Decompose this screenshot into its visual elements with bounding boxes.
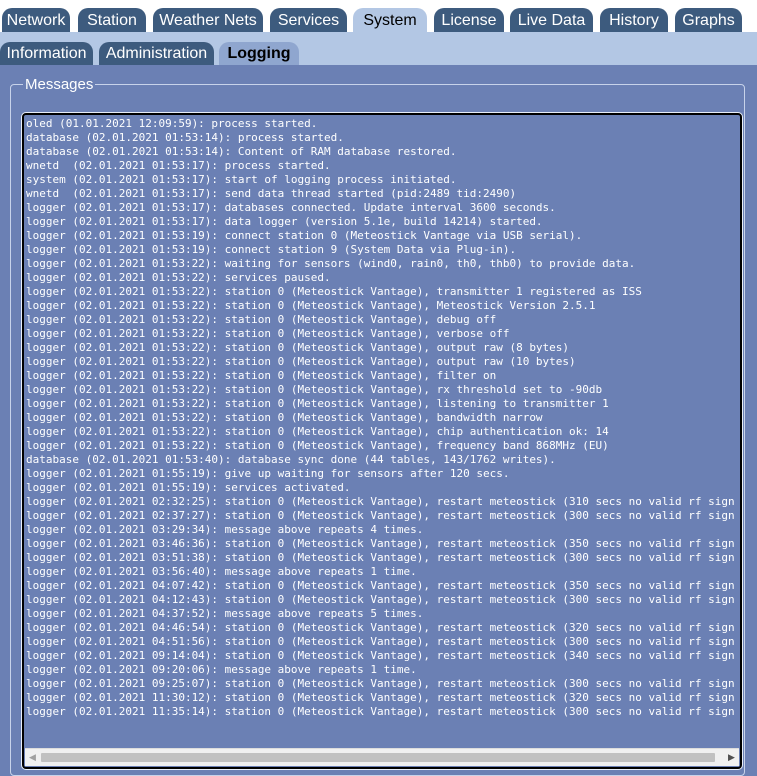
sub-tab-bar: Information Administration Logging [0, 32, 757, 65]
messages-group: Messages oled (01.01.2021 12:09:59): pro… [10, 76, 745, 776]
log-line: logger (02.01.2021 02:37:27): station 0 … [26, 509, 735, 522]
tab-license[interactable]: License [434, 8, 504, 32]
log-line: logger (02.01.2021 04:37:52): message ab… [26, 607, 424, 620]
log-content: oled (01.01.2021 12:09:59): process star… [26, 117, 740, 737]
log-line: logger (02.01.2021 11:30:12): station 0 … [26, 691, 735, 704]
log-textarea[interactable]: oled (01.01.2021 12:09:59): process star… [22, 113, 742, 769]
log-line: logger (02.01.2021 01:53:22): station 0 … [26, 355, 576, 368]
log-line: logger (02.01.2021 03:46:36): station 0 … [26, 537, 735, 550]
log-line: logger (02.01.2021 01:53:19): connect st… [26, 229, 583, 242]
tab-logging[interactable]: Logging [219, 42, 299, 65]
log-line: wnetd (02.01.2021 01:53:17): send data t… [26, 187, 517, 200]
tab-system[interactable]: System [353, 8, 427, 32]
log-line: logger (02.01.2021 01:53:22): station 0 … [26, 439, 609, 452]
log-line: logger (02.01.2021 01:53:22): station 0 … [26, 341, 570, 354]
log-line: logger (02.01.2021 01:53:22): station 0 … [26, 285, 642, 298]
log-line: logger (02.01.2021 03:56:40): message ab… [26, 565, 417, 578]
log-line: logger (02.01.2021 01:53:22): station 0 … [26, 397, 609, 410]
log-line: logger (02.01.2021 01:53:22): waiting fo… [26, 257, 636, 270]
tab-administration[interactable]: Administration [99, 42, 214, 65]
log-line: logger (02.01.2021 02:32:25): station 0 … [26, 495, 735, 508]
log-line: logger (02.01.2021 01:53:22): station 0 … [26, 369, 497, 382]
tab-station[interactable]: Station [78, 8, 146, 32]
log-line: logger (02.01.2021 04:07:42): station 0 … [26, 579, 735, 592]
log-line: logger (02.01.2021 11:35:14): station 0 … [26, 705, 735, 718]
log-line: logger (02.01.2021 01:53:22): station 0 … [26, 411, 543, 424]
log-line: logger (02.01.2021 01:53:22): station 0 … [26, 383, 603, 396]
log-line: logger (02.01.2021 09:20:06): message ab… [26, 663, 417, 676]
messages-legend: Messages [25, 76, 94, 93]
log-line: logger (02.01.2021 01:53:22): station 0 … [26, 313, 497, 326]
log-line: logger (02.01.2021 01:53:17): databases … [26, 201, 556, 214]
log-line: oled (01.01.2021 12:09:59): process star… [26, 117, 318, 130]
log-line: wnetd (02.01.2021 01:53:17): process sta… [26, 159, 331, 172]
log-line: logger (02.01.2021 04:51:56): station 0 … [26, 635, 735, 648]
tab-graphs[interactable]: Graphs [675, 8, 742, 32]
log-line: database (02.01.2021 01:53:14): Content … [26, 145, 457, 158]
tab-live-data[interactable]: Live Data [510, 8, 593, 32]
log-line: logger (02.01.2021 09:14:04): station 0 … [26, 649, 735, 662]
tab-information[interactable]: Information [0, 42, 93, 65]
log-line: logger (02.01.2021 01:53:19): connect st… [26, 243, 517, 256]
tab-weather-nets[interactable]: Weather Nets [153, 8, 263, 32]
log-line: database (02.01.2021 01:53:14): process … [26, 131, 344, 144]
log-line: logger (02.01.2021 01:55:19): services a… [26, 481, 351, 494]
content-area: Messages oled (01.01.2021 12:09:59): pro… [0, 65, 757, 776]
tab-services[interactable]: Services [270, 8, 347, 32]
log-line: logger (02.01.2021 03:51:38): station 0 … [26, 551, 735, 564]
log-line: system (02.01.2021 01:53:17): start of l… [26, 173, 457, 186]
log-line: logger (02.01.2021 01:53:22): station 0 … [26, 425, 609, 438]
log-line: logger (02.01.2021 04:12:43): station 0 … [26, 593, 735, 606]
horizontal-scrollbar[interactable]: ◀ ▶ [25, 748, 739, 766]
log-line: logger (02.01.2021 04:46:54): station 0 … [26, 621, 735, 634]
log-line: logger (02.01.2021 01:55:19): give up wa… [26, 467, 510, 480]
main-tab-bar: Network Station Weather Nets Services Sy… [0, 0, 757, 32]
log-line: database (02.01.2021 01:53:40): database… [26, 453, 556, 466]
tab-history[interactable]: History [600, 8, 668, 32]
log-line: logger (02.01.2021 01:53:22): services p… [26, 271, 331, 284]
log-line: logger (02.01.2021 09:25:07): station 0 … [26, 677, 735, 690]
log-line: logger (02.01.2021 01:53:22): station 0 … [26, 327, 510, 340]
tab-network[interactable]: Network [2, 8, 70, 32]
log-line: logger (02.01.2021 01:53:17): data logge… [26, 215, 543, 228]
log-line: logger (02.01.2021 03:29:34): message ab… [26, 523, 424, 536]
log-line: logger (02.01.2021 01:53:22): station 0 … [26, 299, 596, 312]
